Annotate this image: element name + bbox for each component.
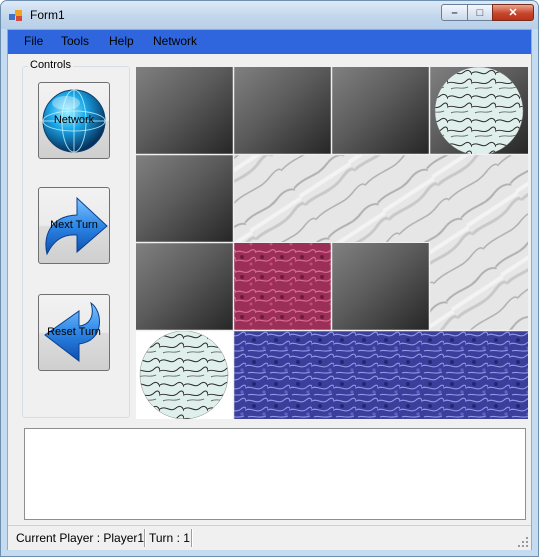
close-button[interactable]: ✕ <box>492 4 534 21</box>
maximize-icon: □ <box>476 6 484 19</box>
network-button[interactable]: Network <box>38 82 110 159</box>
stone-piece[interactable] <box>139 330 229 419</box>
minimize-icon: – <box>451 6 458 19</box>
resize-grip-icon[interactable] <box>518 537 528 547</box>
status-turn: Turn : 1 <box>149 531 190 545</box>
game-board <box>136 67 528 419</box>
status-separator <box>144 529 145 547</box>
minimize-button[interactable]: – <box>441 4 468 21</box>
controls-group-label: Controls <box>28 59 73 71</box>
status-bar: Current Player : Player1 Turn : 1 <box>8 525 531 550</box>
window-title: Form1 <box>30 8 65 22</box>
menu-file[interactable]: File <box>24 34 43 48</box>
menu-help[interactable]: Help <box>109 34 134 48</box>
next-turn-label: Next Turn <box>50 219 98 231</box>
title-bar[interactable]: Form1 – □ ✕ <box>1 1 538 29</box>
board-cell[interactable] <box>136 67 233 154</box>
board-cell[interactable] <box>332 67 429 154</box>
board-cell[interactable] <box>234 67 331 154</box>
client-area: File Tools Help Network Controls Network… <box>7 29 532 550</box>
menu-network[interactable]: Network <box>153 34 197 48</box>
reset-turn-button[interactable]: Reset Turn <box>38 294 110 371</box>
output-textbox[interactable] <box>24 428 526 520</box>
application-window: Form1 – □ ✕ File Tools Help Network Cont… <box>0 0 539 557</box>
app-icon <box>9 10 22 21</box>
status-current-player: Current Player : Player1 <box>16 531 145 545</box>
pink-marble-piece[interactable] <box>234 243 331 330</box>
board-cell[interactable] <box>136 243 233 330</box>
blue-marble-piece[interactable] <box>234 331 528 419</box>
board-cell[interactable] <box>332 243 429 330</box>
stone-piece[interactable] <box>434 67 524 156</box>
menu-tools[interactable]: Tools <box>61 34 89 48</box>
maximize-button[interactable]: □ <box>467 4 493 21</box>
next-turn-button[interactable]: Next Turn <box>38 187 110 264</box>
status-separator <box>191 529 192 547</box>
reset-turn-label: Reset Turn <box>47 326 101 338</box>
network-button-label: Network <box>53 114 95 126</box>
menu-bar: File Tools Help Network <box>8 30 531 54</box>
board-cell[interactable] <box>136 155 233 242</box>
board-canvas <box>136 67 528 419</box>
close-icon: ✕ <box>508 7 518 19</box>
